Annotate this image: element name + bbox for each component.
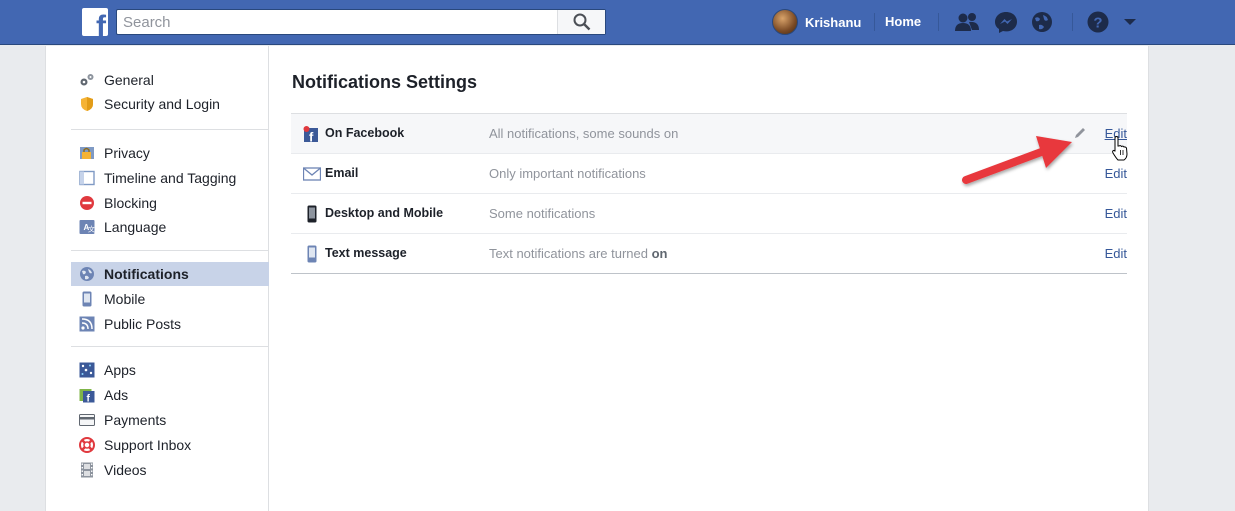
pencil-icon[interactable] xyxy=(1073,126,1087,140)
edit-desktop-mobile-link[interactable]: Edit xyxy=(1105,206,1127,221)
edit-text-message-link[interactable]: Edit xyxy=(1105,246,1127,261)
sidebar-item-label: Payments xyxy=(104,411,167,428)
sidebar-item-public-posts[interactable]: Public Posts xyxy=(71,311,269,336)
setting-label: Email xyxy=(325,166,359,180)
sidebar-item-label: Privacy xyxy=(104,144,150,161)
sidebar-item-notifications[interactable]: Notifications xyxy=(71,262,269,286)
sidebar-item-payments[interactable]: Payments xyxy=(71,407,269,432)
nav-divider xyxy=(1072,13,1073,31)
page-title: Notifications Settings xyxy=(292,72,478,92)
nav-divider xyxy=(938,13,939,31)
setting-value: Only important notifications xyxy=(489,166,646,181)
setting-value: Text notifications are turned on xyxy=(489,246,667,261)
sidebar-group-privacy: Privacy Timeline and Tagging Blocking A文… xyxy=(71,140,269,238)
globe-icon xyxy=(80,267,94,281)
sidebar-item-mobile[interactable]: Mobile xyxy=(71,286,269,311)
sidebar-item-privacy[interactable]: Privacy xyxy=(71,140,269,165)
hand-cursor-icon xyxy=(1112,136,1128,161)
lifebuoy-icon xyxy=(79,436,95,453)
sidebar-item-label: Notifications xyxy=(104,266,189,282)
sidebar-divider xyxy=(71,346,269,347)
friend-requests-icon[interactable] xyxy=(954,10,980,34)
setting-label: On Facebook xyxy=(325,126,405,140)
sidebar-item-security[interactable]: Security and Login xyxy=(71,92,269,116)
setting-value-prefix: Text notifications are turned xyxy=(489,246,652,261)
help-icon[interactable]: ? xyxy=(1085,10,1111,34)
setting-row-desktop-mobile[interactable]: Desktop and Mobile Some notifications Ed… xyxy=(291,194,1127,234)
sidebar-item-label: Videos xyxy=(104,461,147,478)
block-icon xyxy=(80,195,94,210)
sidebar-item-label: Mobile xyxy=(104,290,146,307)
facebook-logo-icon[interactable]: f xyxy=(82,8,108,36)
sidebar-item-timeline[interactable]: Timeline and Tagging xyxy=(71,165,269,190)
sidebar-item-label: Security and Login xyxy=(104,96,220,112)
sidebar-group-account: General Security and Login xyxy=(71,68,269,116)
sidebar-item-videos[interactable]: Videos xyxy=(71,457,269,482)
search-icon xyxy=(573,13,591,31)
language-icon: A文 xyxy=(79,219,95,234)
annotation-arrow-icon xyxy=(962,136,1072,184)
apps-icon xyxy=(79,362,95,377)
sidebar-item-support-inbox[interactable]: Support Inbox xyxy=(71,432,269,457)
sidebar-item-label: Language xyxy=(104,218,167,235)
ads-icon: f xyxy=(79,388,95,403)
shield-icon xyxy=(81,97,93,111)
sidebar-group-apps: Apps f Ads Payments Support Inbox Videos xyxy=(71,357,269,482)
phone-icon xyxy=(307,205,317,223)
edit-email-link[interactable]: Edit xyxy=(1105,166,1127,181)
sidebar-item-label: Apps xyxy=(104,361,136,378)
setting-value: Some notifications xyxy=(489,206,596,221)
search-input[interactable] xyxy=(117,10,557,34)
sidebar-divider xyxy=(71,129,269,130)
rss-icon xyxy=(79,316,95,331)
search-box xyxy=(116,9,606,35)
user-name: Krishanu xyxy=(805,14,862,30)
card-icon xyxy=(79,413,95,426)
globe-notifications-icon[interactable] xyxy=(1029,10,1055,34)
setting-label: Text message xyxy=(325,246,407,260)
svg-text:文: 文 xyxy=(88,224,95,233)
search-button[interactable] xyxy=(557,10,605,34)
sidebar-item-label: Blocking xyxy=(104,194,157,211)
profile-link[interactable]: Krishanu xyxy=(772,9,861,35)
sidebar-item-general[interactable]: General xyxy=(71,68,269,92)
avatar xyxy=(772,9,798,35)
timeline-icon xyxy=(79,170,95,185)
sidebar-item-apps[interactable]: Apps xyxy=(71,357,269,382)
sidebar-item-blocking[interactable]: Blocking xyxy=(71,190,269,215)
setting-row-text-message[interactable]: Text message Text notifications are turn… xyxy=(291,234,1127,274)
sidebar-item-label: Timeline and Tagging xyxy=(104,169,237,186)
home-link[interactable]: Home xyxy=(885,14,921,29)
envelope-icon xyxy=(303,167,321,181)
setting-value-strong: on xyxy=(651,246,668,261)
privacy-lock-icon xyxy=(80,146,94,159)
settings-panel: General Security and Login Privacy Timel… xyxy=(45,46,1149,511)
nav-divider xyxy=(874,13,875,31)
svg-text:?: ? xyxy=(1093,15,1102,32)
sidebar-item-label: Support Inbox xyxy=(104,436,192,453)
sidebar-item-label: Public Posts xyxy=(104,315,182,332)
messenger-icon[interactable] xyxy=(993,10,1019,34)
sidebar-group-notifications: Notifications Mobile Public Posts xyxy=(71,262,269,336)
top-navigation-bar: f Krishanu Home ? xyxy=(0,0,1235,45)
sidebar-item-ads[interactable]: f Ads xyxy=(71,382,269,407)
sidebar-item-label: General xyxy=(104,72,154,88)
svg-text:f: f xyxy=(309,130,314,144)
settings-sidebar: General Security and Login Privacy Timel… xyxy=(46,46,269,511)
sidebar-item-label: Ads xyxy=(104,386,129,403)
setting-label: Desktop and Mobile xyxy=(325,206,444,220)
sidebar-item-language[interactable]: A文 Language xyxy=(71,215,269,238)
facebook-notification-icon: f xyxy=(303,126,318,144)
setting-value: All notifications, some sounds on xyxy=(489,126,679,141)
account-menu-caret-icon[interactable] xyxy=(1120,10,1140,34)
mobile-icon xyxy=(82,291,92,306)
sidebar-divider xyxy=(71,250,269,251)
film-icon xyxy=(81,462,93,477)
sms-phone-icon xyxy=(307,245,317,263)
gears-icon xyxy=(80,74,94,86)
